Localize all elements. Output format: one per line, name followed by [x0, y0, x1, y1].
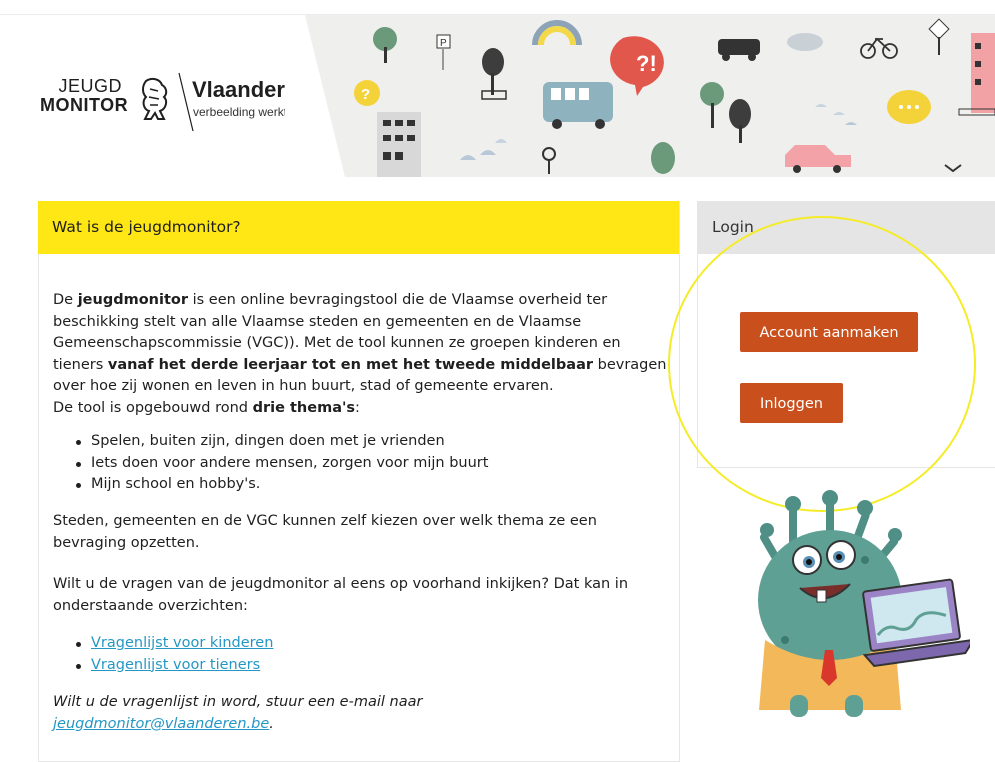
preview-paragraph: Wilt u de vragen van de jeugdmonitor al …: [53, 576, 629, 614]
email-link[interactable]: jeugdmonitor@vlaanderen.be: [53, 716, 269, 732]
intro-bold-jeugdmonitor: jeugdmonitor: [77, 292, 188, 308]
questionnaire-links: Vragenlijst voor kinderen Vragenlijst vo…: [53, 633, 273, 676]
list-item: Vragenlijst voor kinderen: [53, 633, 273, 655]
jeugdmonitor-logo[interactable]: JEUGD MONITOR Vlaanderen verbeelding wer…: [40, 72, 311, 147]
svg-text:P: P: [440, 38, 447, 49]
logo-line-jeugd: JEUGD: [58, 76, 122, 96]
svg-text:?: ?: [361, 86, 370, 103]
header-illustration: P ? ?!: [285, 15, 995, 177]
flemish-lion-icon: [142, 77, 168, 120]
intro-text: De tool is opgebouwd rond: [53, 399, 253, 416]
intro-title: Wat is de jeugdmonitor?: [52, 218, 241, 236]
monster-mascot-icon: [758, 490, 970, 717]
list-item: Iets doen voor andere mensen, zorgen voo…: [53, 453, 488, 475]
city-illustration-icon: P ? ?!: [285, 15, 995, 177]
top-bar: [0, 0, 995, 15]
list-item: Vragenlijst voor tieners: [53, 655, 273, 677]
email-paragraph: Wilt u de vragenlijst in word, stuur een…: [53, 692, 422, 735]
intro-card-header: Wat is de jeugdmonitor?: [38, 201, 679, 254]
intro-text: :: [355, 399, 360, 416]
jeugdmonitor-wordmark: JEUGD MONITOR: [40, 76, 129, 115]
parking-sign-icon: P: [436, 34, 451, 70]
list-item: Mijn school en hobby's.: [53, 474, 488, 496]
svg-text:?!: ?!: [636, 51, 657, 76]
themes-list: Spelen, buiten zijn, dingen doen met je …: [53, 431, 488, 496]
highlight-circle: [668, 216, 976, 512]
choose-theme-paragraph: Steden, gemeenten en de VGC kunnen zelf …: [53, 513, 597, 551]
list-item: Spelen, buiten zijn, dingen doen met je …: [53, 431, 488, 453]
email-text: Wilt u de vragenlijst in word, stuur een…: [53, 694, 423, 710]
site-header: JEUGD MONITOR Vlaanderen verbeelding wer…: [0, 15, 995, 177]
email-text-end: .: [269, 715, 274, 732]
tree-icon: [373, 27, 397, 63]
intro-text: De: [53, 292, 78, 308]
link-questionnaire-children[interactable]: Vragenlijst voor kinderen: [91, 635, 273, 651]
logo-line-monitor: MONITOR: [40, 95, 129, 115]
intro-bold-themes: drie thema's: [252, 399, 356, 416]
intro-paragraph: De jeugdmonitor is een online bevragings…: [53, 290, 668, 419]
vlaanderen-tagline: verbeelding werkt: [193, 105, 288, 119]
intro-bold-age: vanaf het derde leerjaar tot en met het …: [107, 356, 594, 373]
link-questionnaire-teens[interactable]: Vragenlijst voor tieners: [91, 657, 260, 673]
